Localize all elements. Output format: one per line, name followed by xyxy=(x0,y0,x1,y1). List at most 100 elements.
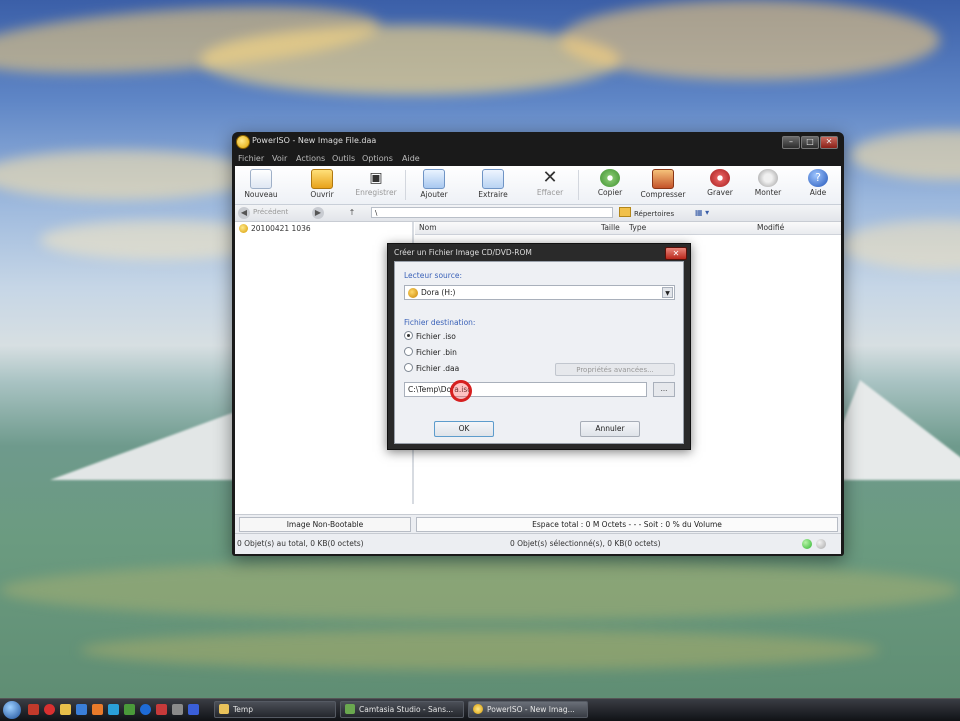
effacer-button[interactable]: ✕ Effacer xyxy=(527,168,573,202)
quicklaunch-icon[interactable] xyxy=(92,704,103,715)
toolbar-separator xyxy=(578,170,579,200)
wallpaper-water-reflection xyxy=(80,630,880,670)
task-temp[interactable]: Temp xyxy=(214,701,336,718)
nouveau-button[interactable]: Nouveau xyxy=(238,168,284,202)
address-bar: ◀ Précédent ▶ ↑ \ Répertoires ▦ ▾ xyxy=(235,205,841,222)
destination-path-input[interactable]: C:\Temp\Dora.iso xyxy=(404,382,647,397)
view-mode-button[interactable]: ▦ ▾ xyxy=(695,207,717,219)
quicklaunch-icon[interactable] xyxy=(60,704,71,715)
radio-bin[interactable]: Fichier .bin xyxy=(404,347,554,359)
quicklaunch-icon[interactable] xyxy=(28,704,39,715)
ouvrir-label: Ouvrir xyxy=(310,190,334,199)
compresser-button[interactable]: Compresser xyxy=(640,168,686,202)
cd-drive-icon xyxy=(408,288,418,298)
mount-drive-icon xyxy=(758,169,778,187)
quicklaunch-icon[interactable] xyxy=(140,704,151,715)
compresser-label: Compresser xyxy=(640,190,686,199)
space-usage-label: Espace total : 0 M Octets - - - Soit : 0… xyxy=(416,517,838,532)
task-poweriso[interactable]: PowerISO - New Imag... xyxy=(468,701,588,718)
source-drive-select[interactable]: Dora (H:) ▼ xyxy=(404,285,675,300)
poweriso-app-icon xyxy=(236,135,250,149)
quicklaunch-icon[interactable] xyxy=(76,704,87,715)
ouvrir-button[interactable]: Ouvrir xyxy=(299,168,345,202)
nouveau-label: Nouveau xyxy=(244,190,278,199)
menu-fichier[interactable]: Fichier xyxy=(238,154,264,163)
dialog-close-button[interactable]: ✕ xyxy=(665,247,687,260)
monter-button[interactable]: Monter xyxy=(745,168,791,202)
column-taille[interactable]: Taille xyxy=(601,223,620,232)
advanced-properties-button[interactable]: Propriétés avancées... xyxy=(555,363,675,376)
enregistrer-button[interactable]: ▣ Enregistrer xyxy=(353,168,399,202)
burn-disc-icon xyxy=(710,169,730,187)
column-type[interactable]: Type xyxy=(629,223,646,232)
toolbar: Nouveau Ouvrir ▣ Enregistrer Ajouter Ext… xyxy=(235,166,841,205)
tree-root-label: 20100421 1036 xyxy=(251,224,311,233)
aide-button[interactable]: ? Aide xyxy=(795,168,841,202)
maximize-button[interactable]: □ xyxy=(801,136,819,149)
ok-button[interactable]: OK xyxy=(434,421,494,437)
minimize-button[interactable]: – xyxy=(782,136,800,149)
extraire-button[interactable]: Extraire xyxy=(470,168,516,202)
status-green-led-icon xyxy=(802,539,812,549)
up-arrow-icon[interactable]: ↑ xyxy=(346,207,358,219)
wallpaper-cloud xyxy=(850,130,960,180)
task-camtasia[interactable]: Camtasia Studio - Sans... xyxy=(340,701,464,718)
quicklaunch-icon[interactable] xyxy=(124,704,135,715)
new-document-icon xyxy=(250,169,272,189)
radio-iso-dot[interactable] xyxy=(404,331,413,340)
quicklaunch-icon[interactable] xyxy=(44,704,55,715)
objects-selected-label: 0 Objet(s) sélectionné(s), 0 KB(0 octets… xyxy=(510,539,661,548)
close-button[interactable]: ✕ xyxy=(820,136,838,149)
open-folder-icon xyxy=(311,169,333,189)
back-arrow-icon[interactable]: ◀ xyxy=(238,207,250,219)
chevron-down-icon[interactable]: ▼ xyxy=(662,287,673,298)
poweriso-app-icon xyxy=(473,704,483,714)
source-drive-label: Lecteur source: xyxy=(404,271,462,280)
quicklaunch-icon[interactable] xyxy=(108,704,119,715)
view-grid-icon: ▦ xyxy=(695,208,703,217)
menu-options[interactable]: Options xyxy=(362,154,393,163)
menu-outils[interactable]: Outils xyxy=(332,154,355,163)
wallpaper-water-reflection xyxy=(0,560,960,620)
menu-voir[interactable]: Voir xyxy=(272,154,287,163)
column-modifie[interactable]: Modifié xyxy=(757,223,784,232)
graver-button[interactable]: Graver xyxy=(697,168,743,202)
task-poweriso-label: PowerISO - New Imag... xyxy=(487,705,575,714)
tree-root-item[interactable]: 20100421 1036 xyxy=(239,224,311,233)
quicklaunch-icon[interactable] xyxy=(156,704,167,715)
title-bar[interactable]: PowerISO - New Image File.daa – □ ✕ xyxy=(232,132,844,150)
start-button[interactable] xyxy=(3,701,21,719)
status-bar: 0 Objet(s) au total, 0 KB(0 octets) 0 Ob… xyxy=(235,533,841,554)
column-nom[interactable]: Nom xyxy=(419,223,437,232)
radio-iso[interactable]: Fichier .iso xyxy=(404,331,554,343)
boot-status-label[interactable]: Image Non-Bootable xyxy=(239,517,411,532)
radio-bin-dot[interactable] xyxy=(404,347,413,356)
save-disk-icon: ▣ xyxy=(369,170,383,186)
objects-total-label: 0 Objet(s) au total, 0 KB(0 octets) xyxy=(237,539,364,548)
quicklaunch-icon[interactable] xyxy=(172,704,183,715)
browse-button[interactable]: ... xyxy=(653,382,675,397)
cancel-button[interactable]: Annuler xyxy=(580,421,640,437)
click-highlight-marker xyxy=(450,380,472,402)
dialog-title: Créer un Fichier Image CD/DVD-ROM xyxy=(394,248,532,257)
copier-button[interactable]: Copier xyxy=(587,168,633,202)
ajouter-button[interactable]: Ajouter xyxy=(411,168,457,202)
forward-arrow-icon[interactable]: ▶ xyxy=(312,207,324,219)
repertoires-button[interactable]: Répertoires xyxy=(619,207,685,219)
extraire-label: Extraire xyxy=(478,190,508,199)
menu-aide[interactable]: Aide xyxy=(402,154,420,163)
quicklaunch-icon[interactable] xyxy=(188,704,199,715)
radio-iso-label: Fichier .iso xyxy=(416,332,456,341)
menu-actions[interactable]: Actions xyxy=(296,154,325,163)
wallpaper-cloud xyxy=(200,25,620,95)
file-list-header: Nom Taille Type Modifié xyxy=(415,222,841,235)
radio-daa[interactable]: Fichier .daa xyxy=(404,363,554,375)
radio-daa-label: Fichier .daa xyxy=(416,364,460,373)
radio-daa-dot[interactable] xyxy=(404,363,413,372)
folder-icon xyxy=(219,704,229,714)
back-label[interactable]: Précédent xyxy=(253,208,288,216)
add-files-icon xyxy=(423,169,445,189)
ajouter-label: Ajouter xyxy=(420,190,448,199)
path-input[interactable]: \ xyxy=(371,207,613,218)
status-gray-led-icon xyxy=(816,539,826,549)
